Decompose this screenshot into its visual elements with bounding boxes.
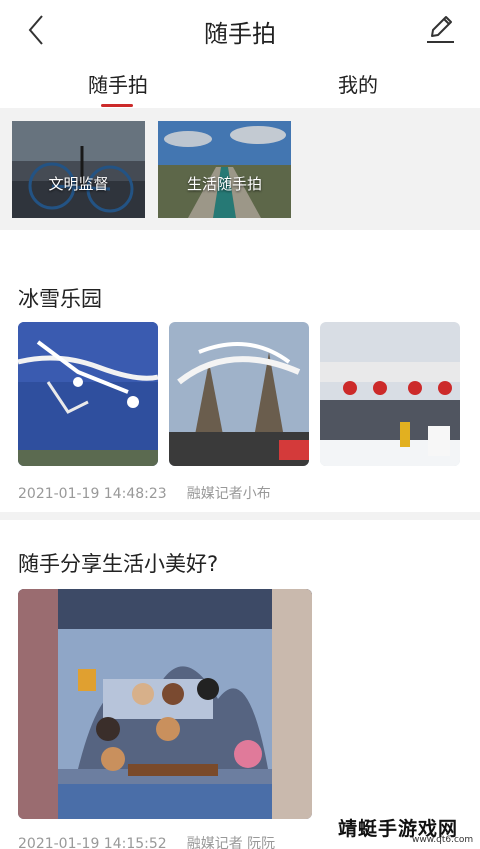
category-band: 文明监督 生活随手拍 (0, 108, 480, 230)
photo-snowy-branch (18, 322, 158, 466)
section-divider (0, 512, 480, 520)
category-card-life[interactable]: 生活随手拍 (158, 121, 291, 218)
photo-snow-crowd (320, 322, 460, 466)
post-image[interactable] (169, 322, 309, 466)
top-bar: 随手拍 (0, 0, 480, 60)
page-title: 随手拍 (204, 20, 276, 48)
post-title[interactable]: 随手分享生活小美好? (18, 548, 218, 578)
pen-edit-icon[interactable] (422, 10, 458, 46)
category-label: 文明监督 (48, 175, 109, 193)
post-image[interactable] (18, 589, 312, 819)
post-image[interactable] (320, 322, 460, 466)
post-meta: 2021-01-19 14:15:52 融媒记者 阮阮 (18, 833, 275, 849)
post-datetime: 2021-01-19 14:48:23 (18, 486, 167, 502)
photo-frosted-trees (169, 322, 309, 466)
tab-mine[interactable]: 我的 (338, 69, 378, 98)
active-tab-indicator (101, 104, 133, 107)
category-image-bikes (12, 121, 145, 218)
post-datetime: 2021-01-19 14:15:52 (18, 836, 167, 849)
category-card-civility[interactable]: 文明监督 (12, 121, 145, 218)
post-author: 融媒记者小布 (186, 486, 271, 502)
post-image[interactable] (18, 322, 158, 466)
category-image-plaza (158, 121, 291, 218)
post-meta: 2021-01-19 14:48:23 融媒记者小布 (18, 483, 271, 503)
category-label: 生活随手拍 (186, 175, 262, 193)
photo-figurine-display (18, 589, 312, 819)
post-title[interactable]: 冰雪乐园 (18, 283, 102, 313)
tab-suishoupai[interactable]: 随手拍 (88, 69, 148, 98)
post-author: 融媒记者 阮阮 (186, 836, 276, 849)
tab-bar: 随手拍 我的 (0, 60, 480, 108)
watermark-url: www.qt6.com (412, 835, 474, 845)
